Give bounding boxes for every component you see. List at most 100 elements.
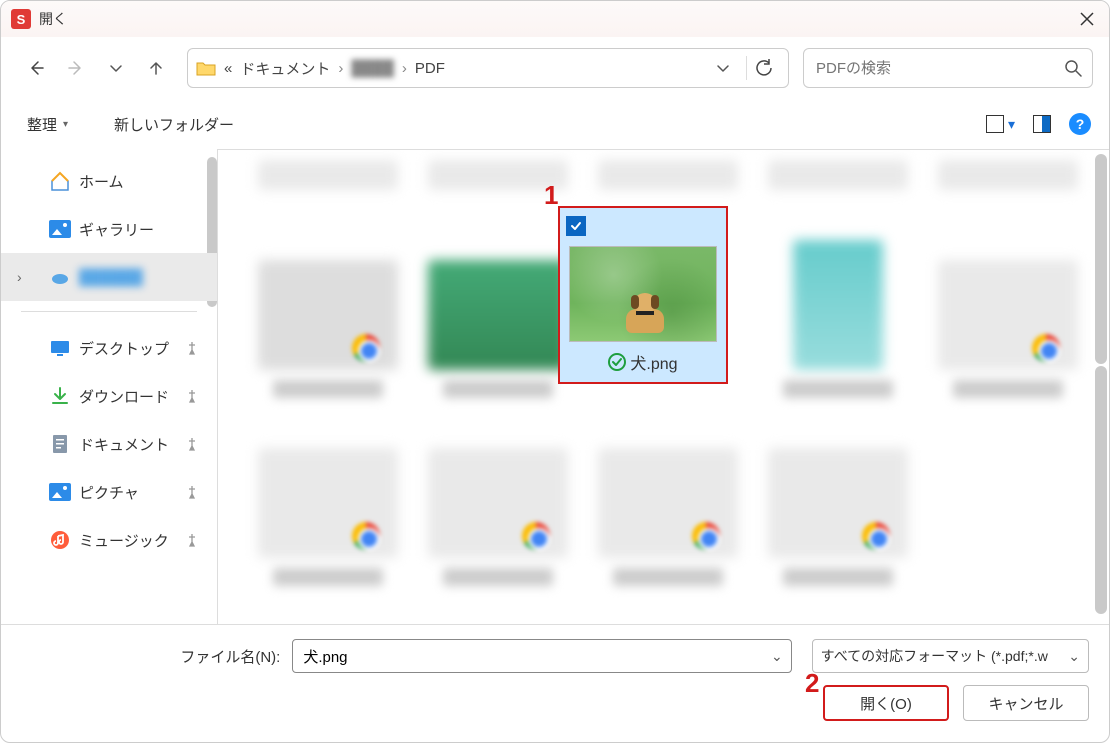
- help-button[interactable]: ?: [1069, 113, 1091, 135]
- back-button[interactable]: [17, 49, 55, 87]
- home-icon: [49, 170, 71, 192]
- file-thumb[interactable]: [758, 228, 918, 398]
- refresh-icon: [755, 59, 773, 77]
- sidebar-item-home[interactable]: ホーム: [1, 157, 217, 205]
- sidebar-item-label: デスクトップ: [79, 338, 169, 359]
- check-icon: [570, 220, 582, 232]
- file-thumb[interactable]: [928, 228, 1088, 398]
- chevron-down-icon[interactable]: ⌄: [1068, 648, 1080, 665]
- arrow-left-icon: [28, 60, 44, 76]
- app-icon: S: [11, 9, 31, 29]
- file-thumb[interactable]: [928, 160, 1088, 210]
- search-input[interactable]: [814, 59, 1064, 78]
- sidebar-item-pictures[interactable]: ピクチャ: [1, 468, 217, 516]
- chrome-overlay-icon: [1032, 334, 1060, 362]
- sidebar-item-label: ミュージック: [79, 530, 169, 551]
- filename-label: ファイル名(N):: [21, 646, 282, 667]
- file-thumb[interactable]: [248, 416, 408, 586]
- address-bar[interactable]: « ドキュメント › ████ › PDF: [187, 48, 789, 88]
- open-button-label: 開く(O): [860, 693, 912, 714]
- chrome-overlay-icon: [692, 522, 720, 550]
- address-dropdown[interactable]: [708, 61, 738, 75]
- new-folder-label: 新しいフォルダー: [114, 114, 234, 135]
- chrome-overlay-icon: [862, 522, 890, 550]
- filename-combo[interactable]: ⌄: [292, 639, 791, 673]
- sidebar-item-gallery[interactable]: ギャラリー: [1, 205, 217, 253]
- document-icon: [49, 433, 71, 455]
- annotation-2: 2: [805, 668, 819, 699]
- breadcrumb-sep: ›: [338, 60, 343, 77]
- selection-checkbox[interactable]: [566, 216, 586, 236]
- open-button[interactable]: 開く(O): [823, 685, 949, 721]
- file-thumb[interactable]: [418, 416, 578, 586]
- dialog-footer: ファイル名(N): ⌄ すべての対応フォーマット (*.pdf;*.w ⌄ 2 …: [1, 624, 1109, 742]
- sidebar-item-label: ダウンロード: [79, 386, 169, 407]
- file-thumb[interactable]: [758, 416, 918, 586]
- arrow-right-icon: [68, 60, 84, 76]
- folder-icon: [196, 60, 216, 76]
- organize-button[interactable]: 整理 ▾: [19, 110, 76, 139]
- chevron-down-icon: [716, 61, 730, 75]
- search-icon: [1064, 59, 1082, 77]
- close-icon: [1080, 12, 1094, 26]
- sidebar-item-documents[interactable]: ドキュメント: [1, 420, 217, 468]
- file-thumb-selected[interactable]: 犬.png: [558, 206, 728, 384]
- up-button[interactable]: [137, 49, 175, 87]
- filetype-combo[interactable]: すべての対応フォーマット (*.pdf;*.w ⌄: [812, 639, 1089, 673]
- sidebar-item-label: ██████: [79, 269, 143, 286]
- file-thumb[interactable]: [418, 228, 578, 398]
- cancel-button[interactable]: キャンセル: [963, 685, 1089, 721]
- sidebar-item-downloads[interactable]: ダウンロード: [1, 372, 217, 420]
- preview-pane-button[interactable]: [1033, 115, 1051, 133]
- music-icon: [49, 529, 71, 551]
- search-box[interactable]: [803, 48, 1093, 88]
- help-icon: ?: [1076, 116, 1085, 132]
- filetype-label: すべての対応フォーマット (*.pdf;*.w: [821, 646, 1048, 666]
- forward-button[interactable]: [57, 49, 95, 87]
- view-grid-icon: [986, 115, 1004, 133]
- breadcrumb-prefix: «: [224, 60, 232, 77]
- chevron-down-icon: [108, 60, 124, 76]
- refresh-button[interactable]: [746, 56, 780, 80]
- sidebar-item-label: ホーム: [79, 171, 124, 192]
- breadcrumb-sep: ›: [402, 60, 407, 77]
- caret-down-icon: ▾: [1008, 116, 1015, 133]
- breadcrumb[interactable]: « ドキュメント › ████ › PDF: [224, 58, 445, 79]
- sidebar-item-label: ピクチャ: [79, 482, 139, 503]
- sidebar-item-music[interactable]: ミュージック: [1, 516, 217, 564]
- pictures-icon: [49, 481, 71, 503]
- file-thumb[interactable]: [588, 160, 748, 210]
- preview-pane-icon: [1033, 115, 1051, 133]
- view-mode-button[interactable]: ▾: [986, 115, 1015, 133]
- pin-icon: [185, 533, 199, 547]
- breadcrumb-seg-pdf[interactable]: PDF: [415, 60, 445, 77]
- pin-icon: [185, 437, 199, 451]
- sidebar: ホーム ギャラリー › ██████ デスクトップ: [1, 149, 217, 624]
- new-folder-button[interactable]: 新しいフォルダー: [106, 110, 242, 139]
- navigation-row: « ドキュメント › ████ › PDF: [1, 37, 1109, 99]
- chrome-overlay-icon: [522, 522, 550, 550]
- close-button[interactable]: [1065, 1, 1109, 37]
- file-thumb[interactable]: [248, 160, 408, 210]
- file-thumb[interactable]: [588, 416, 748, 586]
- breadcrumb-seg-documents[interactable]: ドキュメント: [240, 58, 330, 79]
- filename-input[interactable]: [301, 647, 771, 666]
- recent-locations-button[interactable]: [97, 49, 135, 87]
- chrome-overlay-icon: [352, 522, 380, 550]
- pin-icon: [185, 341, 199, 355]
- breadcrumb-seg-hidden[interactable]: ████: [351, 60, 394, 77]
- sidebar-item-label: ドキュメント: [79, 434, 169, 455]
- arrow-up-icon: [148, 60, 164, 76]
- file-thumb[interactable]: [758, 160, 918, 210]
- file-pane[interactable]: 1 犬.png: [217, 149, 1109, 624]
- file-name-label: 犬.png: [630, 350, 677, 374]
- toolbar-row: 整理 ▾ 新しいフォルダー ▾ ?: [1, 99, 1109, 149]
- sidebar-item-hidden[interactable]: › ██████: [1, 253, 217, 301]
- open-dialog-window: S 開く « ドキュメント › ████: [0, 0, 1110, 743]
- chevron-down-icon[interactable]: ⌄: [771, 648, 783, 665]
- file-thumbnail-image: [569, 246, 717, 342]
- sidebar-item-desktop[interactable]: デスクトップ: [1, 324, 217, 372]
- file-thumb[interactable]: [248, 228, 408, 398]
- caret-down-icon: ▾: [63, 119, 68, 130]
- organize-label: 整理: [27, 114, 57, 135]
